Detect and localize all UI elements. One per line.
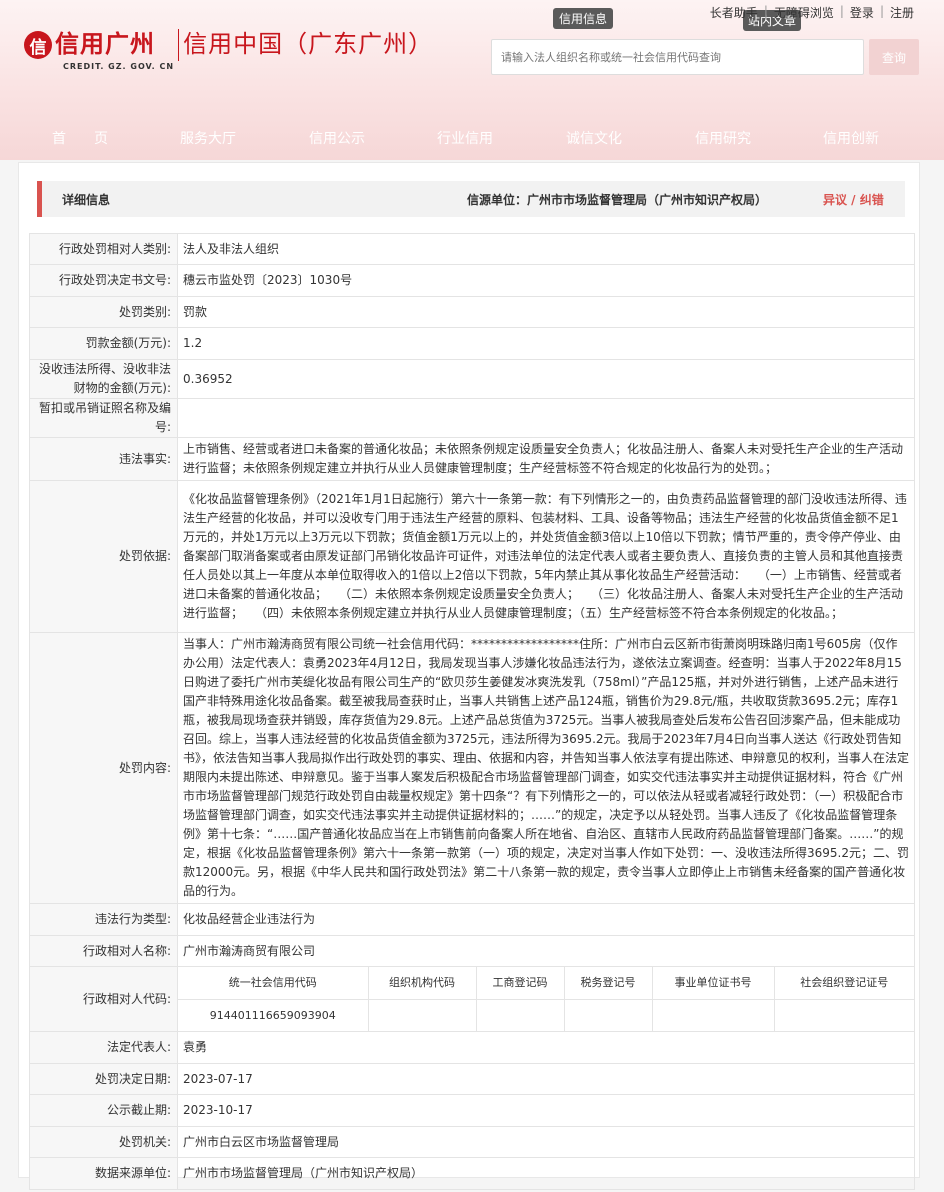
nav-credit-innovation[interactable]: 信用创新: [823, 128, 879, 148]
table-row: 处罚内容: 当事人：广州市瀚涛商贸有限公司统一社会信用代码：**********…: [29, 632, 915, 904]
field-value: 法人及非法人组织: [177, 233, 915, 265]
code-value: [368, 999, 477, 1031]
table-row: 公示截止期: 2023-10-17: [29, 1094, 915, 1127]
main-nav: 首 页 服务大厅 信用公示 行业信用 诚信文化 信用研究 信用创新: [0, 128, 944, 148]
codes-value-row: 914401116659093904: [178, 999, 914, 1031]
table-row: 行政处罚决定书文号: 穗云市监处罚〔2023〕1030号: [29, 264, 915, 297]
field-label: 违法事实:: [29, 437, 178, 481]
nav-integrity-culture[interactable]: 诚信文化: [566, 128, 622, 148]
field-label: 公示截止期:: [29, 1094, 178, 1127]
code-header: 工商登记码: [476, 967, 565, 1000]
field-value: 0.36952: [177, 359, 915, 399]
table-row: 法定代表人: 袁勇: [29, 1031, 915, 1064]
field-label: 行政处罚相对人类别:: [29, 233, 178, 265]
table-row: 违法行为类型: 化妆品经营企业违法行为: [29, 903, 915, 936]
detail-panel: 详细信息 信源单位：广州市市场监督管理局（广州市知识产权局） 异议 / 纠错 行…: [18, 162, 920, 1190]
field-label: 行政相对人名称:: [29, 935, 178, 967]
code-header: 组织机构代码: [368, 967, 477, 1000]
field-value: 广州市白云区市场监督管理局: [177, 1126, 915, 1158]
field-value: 穗云市监处罚〔2023〕1030号: [177, 264, 915, 297]
table-row: 行政相对人代码: 统一社会信用代码 组织机构代码 工商登记码 税务登记号 事业单…: [29, 966, 915, 1032]
field-label: 处罚机关:: [29, 1126, 178, 1158]
code-header: 税务登记号: [564, 967, 653, 1000]
top-links: 长者助手 | 无障碍浏览 | 登录 | 注册: [704, 4, 920, 21]
codes-cell: 统一社会信用代码 组织机构代码 工商登记码 税务登记号 事业单位证书号 社会组织…: [177, 966, 915, 1032]
table-row: 处罚类别: 罚款: [29, 296, 915, 328]
field-value: 广州市市场监督管理局（广州市知识产权局）: [177, 1157, 915, 1190]
nav-industry-credit[interactable]: 行业信用: [437, 128, 493, 148]
table-row: 罚款金额(万元): 1.2: [29, 327, 915, 360]
nav-credit-publicity[interactable]: 信用公示: [309, 128, 365, 148]
code-value: [774, 999, 914, 1031]
field-value: 上市销售、经营或者进口未备案的普通化妆品；未依照条例规定设质量安全负责人；化妆品…: [177, 437, 915, 481]
code-header: 统一社会信用代码: [178, 967, 369, 1000]
detail-table: 行政处罚相对人类别: 法人及非法人组织 行政处罚决定书文号: 穗云市监处罚〔20…: [29, 233, 915, 1190]
field-label: 违法行为类型:: [29, 903, 178, 936]
table-row: 违法事实: 上市销售、经营或者进口未备案的普通化妆品；未依照条例规定设质量安全负…: [29, 437, 915, 481]
field-label: 处罚决定日期:: [29, 1063, 178, 1095]
detail-title: 详细信息: [62, 193, 111, 207]
search-button[interactable]: 查询: [869, 39, 919, 75]
elder-assistant-link[interactable]: 长者助手: [704, 4, 764, 21]
code-value: [652, 999, 775, 1031]
field-value: 2023-10-17: [177, 1094, 915, 1127]
site-header: 信 信用广州 CREDIT. GZ. GOV. CN 信用中国（广东广州） 信用…: [0, 0, 944, 160]
field-value: 当事人：广州市瀚涛商贸有限公司统一社会信用代码：****************…: [177, 632, 915, 904]
field-label: 处罚依据:: [29, 480, 178, 633]
codes-table: 统一社会信用代码 组织机构代码 工商登记码 税务登记号 事业单位证书号 社会组织…: [178, 967, 914, 1031]
table-row: 行政相对人名称: 广州市瀚涛商贸有限公司: [29, 935, 915, 967]
site-logo[interactable]: 信 信用广州 CREDIT. GZ. GOV. CN 信用中国（广东广州）: [24, 26, 433, 71]
code-header: 社会组织登记证号: [774, 967, 914, 1000]
source-unit: 信源单位：广州市市场监督管理局（广州市知识产权局）: [467, 193, 768, 207]
table-row: 行政处罚相对人类别: 法人及非法人组织: [29, 233, 915, 265]
field-value: 化妆品经营企业违法行为: [177, 903, 915, 936]
logo-text: 信用广州: [55, 30, 155, 58]
table-row: 数据来源单位: 广州市市场监督管理局（广州市知识产权局）: [29, 1157, 915, 1190]
logo-domain: CREDIT. GZ. GOV. CN: [63, 62, 175, 71]
table-row: 处罚依据: 《化妆品监督管理条例》（2021年1月1日起施行）第六十一条第一款：…: [29, 480, 915, 633]
code-value: [564, 999, 653, 1031]
code-header: 事业单位证书号: [652, 967, 775, 1000]
field-value: 广州市瀚涛商贸有限公司: [177, 935, 915, 967]
register-link[interactable]: 注册: [884, 4, 920, 21]
field-label: 处罚类别:: [29, 296, 178, 328]
codes-header-row: 统一社会信用代码 组织机构代码 工商登记码 税务登记号 事业单位证书号 社会组织…: [178, 967, 914, 1000]
table-row: 没收违法所得、没收非法财物的金额(万元): 0.36952: [29, 359, 915, 399]
field-value: 袁勇: [177, 1031, 915, 1064]
accessibility-link[interactable]: 无障碍浏览: [768, 4, 840, 21]
search-input[interactable]: [491, 39, 864, 75]
field-value: [177, 398, 915, 438]
field-label: 处罚内容:: [29, 632, 178, 904]
field-value: 《化妆品监督管理条例》（2021年1月1日起施行）第六十一条第一款：有下列情形之…: [177, 480, 915, 633]
field-label: 数据来源单位:: [29, 1157, 178, 1190]
table-row: 暂扣或吊销证照名称及编号:: [29, 398, 915, 438]
nav-credit-research[interactable]: 信用研究: [695, 128, 751, 148]
table-row: 处罚决定日期: 2023-07-17: [29, 1063, 915, 1095]
nav-home[interactable]: 首 页: [52, 128, 108, 148]
logo-divider: [178, 29, 180, 61]
field-label: 暂扣或吊销证照名称及编号:: [29, 398, 178, 438]
field-value: 罚款: [177, 296, 915, 328]
field-label: 行政处罚决定书文号:: [29, 264, 178, 297]
nav-service-hall[interactable]: 服务大厅: [180, 128, 236, 148]
logo-mark-icon: 信: [24, 31, 52, 59]
objection-link[interactable]: 异议 / 纠错: [823, 191, 884, 208]
detail-header: 详细信息 信源单位：广州市市场监督管理局（广州市知识产权局） 异议 / 纠错: [37, 181, 905, 217]
tab-credit-info[interactable]: 信用信息: [553, 8, 614, 29]
field-label: 没收违法所得、没收非法财物的金额(万元):: [29, 359, 178, 399]
field-value: 2023-07-17: [177, 1063, 915, 1095]
field-value: 1.2: [177, 327, 915, 360]
site-name: 信用中国（广东广州）: [183, 30, 434, 58]
code-value: 914401116659093904: [178, 999, 369, 1031]
field-label: 罚款金额(万元):: [29, 327, 178, 360]
table-row: 处罚机关: 广州市白云区市场监督管理局: [29, 1126, 915, 1158]
login-link[interactable]: 登录: [844, 4, 880, 21]
field-label: 行政相对人代码:: [29, 966, 178, 1032]
field-label: 法定代表人:: [29, 1031, 178, 1064]
code-value: [476, 999, 565, 1031]
